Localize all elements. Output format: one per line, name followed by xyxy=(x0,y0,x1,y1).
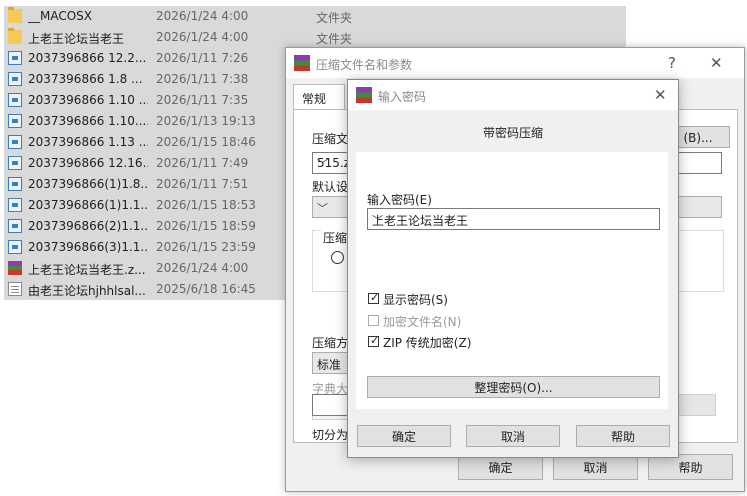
default-profile-label: 默认设 xyxy=(312,180,349,194)
file-name: 2037396866(2)1.1... xyxy=(28,219,148,233)
file-name: 上老王论坛当老王 xyxy=(28,32,125,46)
file-date: 2026/1/24 4:00 xyxy=(156,9,249,23)
file-date: 2026/1/24 4:00 xyxy=(156,261,249,275)
file-date: 2026/1/24 4:00 xyxy=(156,30,249,44)
tab-general-label: 常规 xyxy=(302,92,327,106)
image-file-icon xyxy=(8,177,22,191)
file-type: 文件夹 xyxy=(316,32,353,46)
dialog-title: 压缩文件名和参数 xyxy=(316,58,413,72)
organize-passwords-button[interactable]: 整理密码(O)... xyxy=(367,376,660,398)
format-radio[interactable] xyxy=(331,251,344,264)
encrypt-filenames-label: 加密文件名(N) xyxy=(383,315,462,329)
file-date: 2026/1/11 7:49 xyxy=(156,156,249,170)
dialog-heading: 带密码压缩 xyxy=(483,126,544,140)
folder-icon xyxy=(8,28,22,44)
title-bar: 输入密码 ✕ xyxy=(348,80,678,110)
file-name: 2037396866 12.2... xyxy=(28,51,147,65)
image-file-icon xyxy=(8,198,22,212)
text-file-icon xyxy=(8,282,22,296)
compress-method-select[interactable]: 标准 xyxy=(312,352,352,374)
file-date: 2026/1/11 7:35 xyxy=(156,93,249,107)
image-file-icon xyxy=(8,114,22,128)
encrypt-filenames-checkbox[interactable] xyxy=(368,315,379,326)
file-row[interactable]: 上老王论坛当老王 2026/1/24 4:00 文件夹 xyxy=(4,27,626,48)
checkmark-icon: ✓ xyxy=(370,334,380,347)
image-file-icon xyxy=(8,135,22,149)
zip-legacy-checkbox[interactable]: ✓ xyxy=(368,334,380,347)
file-name: 由老王论坛hjhhlsal... xyxy=(28,284,146,298)
archive-name-label: 压缩文 xyxy=(312,132,349,146)
file-name: 2037396866 1.13 ... xyxy=(28,135,148,149)
file-name: __MACOSX xyxy=(28,9,93,23)
file-name: 2037396866 1.10.... xyxy=(28,114,148,128)
image-file-icon xyxy=(8,219,22,233)
show-password-label: 显示密码(S) xyxy=(383,293,448,307)
password-label: 输入密码(E) xyxy=(367,193,432,207)
image-file-icon xyxy=(8,93,22,107)
file-date: 2026/1/11 7:51 xyxy=(156,177,249,191)
file-name: 2037396866 1.10 ... xyxy=(28,93,148,107)
file-date: 2026/1/15 23:59 xyxy=(156,240,256,254)
enter-password-dialog: 输入密码 ✕ 带密码压缩 输入密码(E) 上老王论坛当老王 ﹀ ✓ 显示密码(S… xyxy=(347,79,679,458)
help-icon[interactable]: ? xyxy=(668,54,676,72)
file-date: 2026/1/11 7:38 xyxy=(156,72,249,86)
file-name: 2037396866(3)1.1... xyxy=(28,240,148,254)
file-date: 2026/1/13 19:13 xyxy=(156,114,256,128)
archive-icon xyxy=(8,261,22,275)
split-volume-select[interactable] xyxy=(676,394,716,416)
file-name: 2037396866 12.16... xyxy=(28,156,148,170)
tab-general[interactable]: 常规 xyxy=(293,84,345,111)
image-file-icon xyxy=(8,72,22,86)
file-name: 2037396866 1.8 ... xyxy=(28,72,143,86)
close-icon[interactable]: ✕ xyxy=(710,54,723,72)
help-button[interactable]: 帮助 xyxy=(576,425,670,447)
file-date: 2026/1/11 7:26 xyxy=(156,51,249,65)
file-type: 文件夹 xyxy=(316,11,353,25)
dialog-title: 输入密码 xyxy=(378,90,427,104)
folder-icon xyxy=(8,7,22,23)
winrar-logo-icon xyxy=(356,87,372,103)
compress-method-label: 压缩方 xyxy=(312,336,349,350)
file-name: 2037396866(1)1.8.... xyxy=(28,177,148,191)
winrar-logo-icon xyxy=(294,55,310,71)
image-file-icon xyxy=(8,156,22,170)
image-file-icon xyxy=(8,51,22,65)
file-date: 2026/1/15 18:53 xyxy=(156,198,256,212)
ok-button[interactable]: 确定 xyxy=(357,425,451,447)
file-date: 2026/1/15 18:59 xyxy=(156,219,256,233)
file-name: 2037396866(1)1.1... xyxy=(28,198,148,212)
file-date: 2025/6/18 16:45 xyxy=(156,282,256,296)
file-row[interactable]: __MACOSX 2026/1/24 4:00 文件夹 xyxy=(4,6,626,27)
split-volume-label: 切分为 xyxy=(312,428,349,442)
zip-legacy-label: ZIP 传统加密(Z) xyxy=(383,336,472,350)
file-date: 2026/1/15 18:46 xyxy=(156,135,256,149)
image-file-icon xyxy=(8,240,22,254)
show-password-checkbox[interactable]: ✓ xyxy=(368,291,380,304)
cancel-button[interactable]: 取消 xyxy=(466,425,560,447)
format-group-label: 压缩 xyxy=(321,229,350,246)
close-icon[interactable]: ✕ xyxy=(654,86,667,104)
split-volume-field[interactable] xyxy=(312,394,352,416)
title-bar: 压缩文件名和参数 ? ✕ xyxy=(286,48,744,78)
checkmark-icon: ✓ xyxy=(370,291,380,304)
chevron-down-icon: ﹀ xyxy=(372,214,383,227)
password-input[interactable]: 上老王论坛当老王 ﹀ xyxy=(367,208,660,230)
compress-method-value: 标准 xyxy=(317,358,342,372)
file-name: 上老王论坛当老王.z... xyxy=(28,263,146,277)
